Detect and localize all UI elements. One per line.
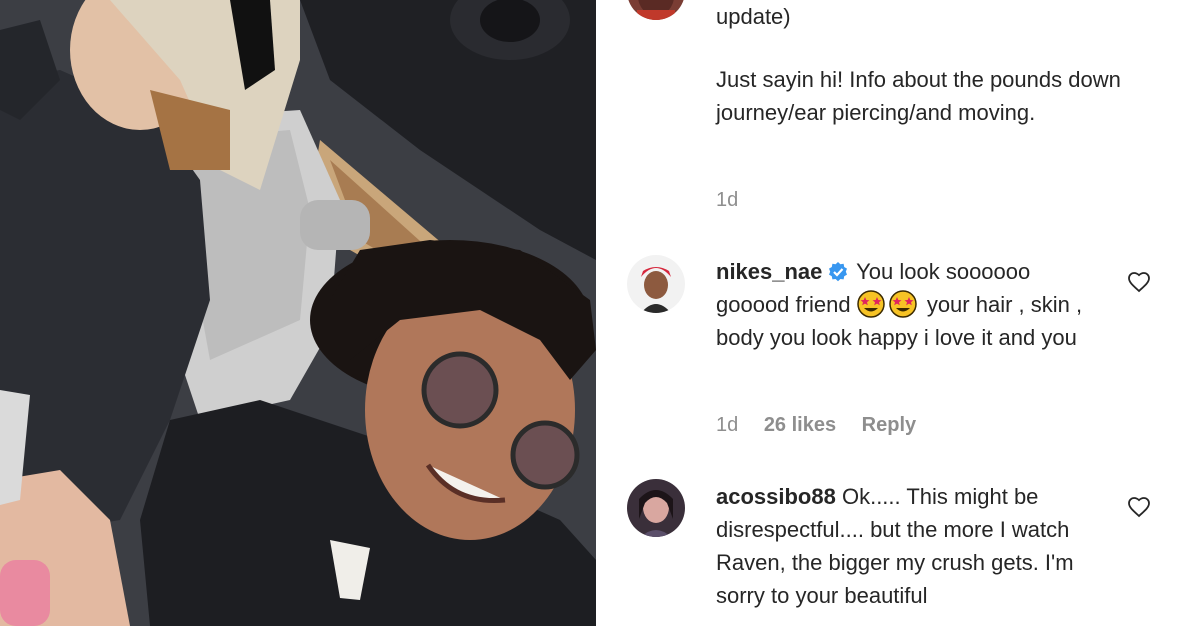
- acossibo88-avatar-image: [627, 479, 685, 537]
- comment-meta-nikes-nae: 1d 26 likes Reply: [716, 414, 936, 437]
- comment-username[interactable]: nikes_nae: [716, 259, 822, 284]
- heart-outline-icon[interactable]: [1127, 495, 1151, 519]
- post-photo: [0, 0, 596, 626]
- caption-author-avatar-image: [627, 0, 685, 20]
- comment-avatar-nikes-nae[interactable]: [627, 255, 685, 313]
- comment-avatar-acossibo88[interactable]: [627, 479, 685, 537]
- heart-outline-icon[interactable]: [1127, 270, 1151, 294]
- comments-panel[interactable]: update) Just sayin hi! Info about the po…: [596, 0, 1200, 626]
- reply-button[interactable]: Reply: [862, 414, 916, 436]
- caption-body: Just sayin hi! Info about the pounds dow…: [716, 67, 1121, 125]
- caption-timestamp: 1d: [716, 189, 758, 212]
- nikes-nae-avatar-image: [627, 255, 685, 313]
- verified-badge-icon: [829, 262, 848, 282]
- comment-likes[interactable]: 26 likes: [764, 414, 836, 436]
- comment-text-acossibo88: acossibo88 Ok..... This might be disresp…: [716, 480, 1096, 612]
- comment-time[interactable]: 1d: [716, 414, 738, 436]
- caption-time[interactable]: 1d: [716, 189, 738, 211]
- star-struck-emoji-icon: [888, 290, 917, 318]
- comment-username[interactable]: acossibo88: [716, 484, 836, 509]
- caption-tail: update): [716, 4, 791, 29]
- comment-text-nikes-nae: nikes_nae You look soooooo gooood friend…: [716, 255, 1096, 354]
- post-media[interactable]: [0, 0, 596, 626]
- caption-author-avatar[interactable]: [627, 0, 685, 20]
- star-struck-emoji-icon: [856, 290, 885, 318]
